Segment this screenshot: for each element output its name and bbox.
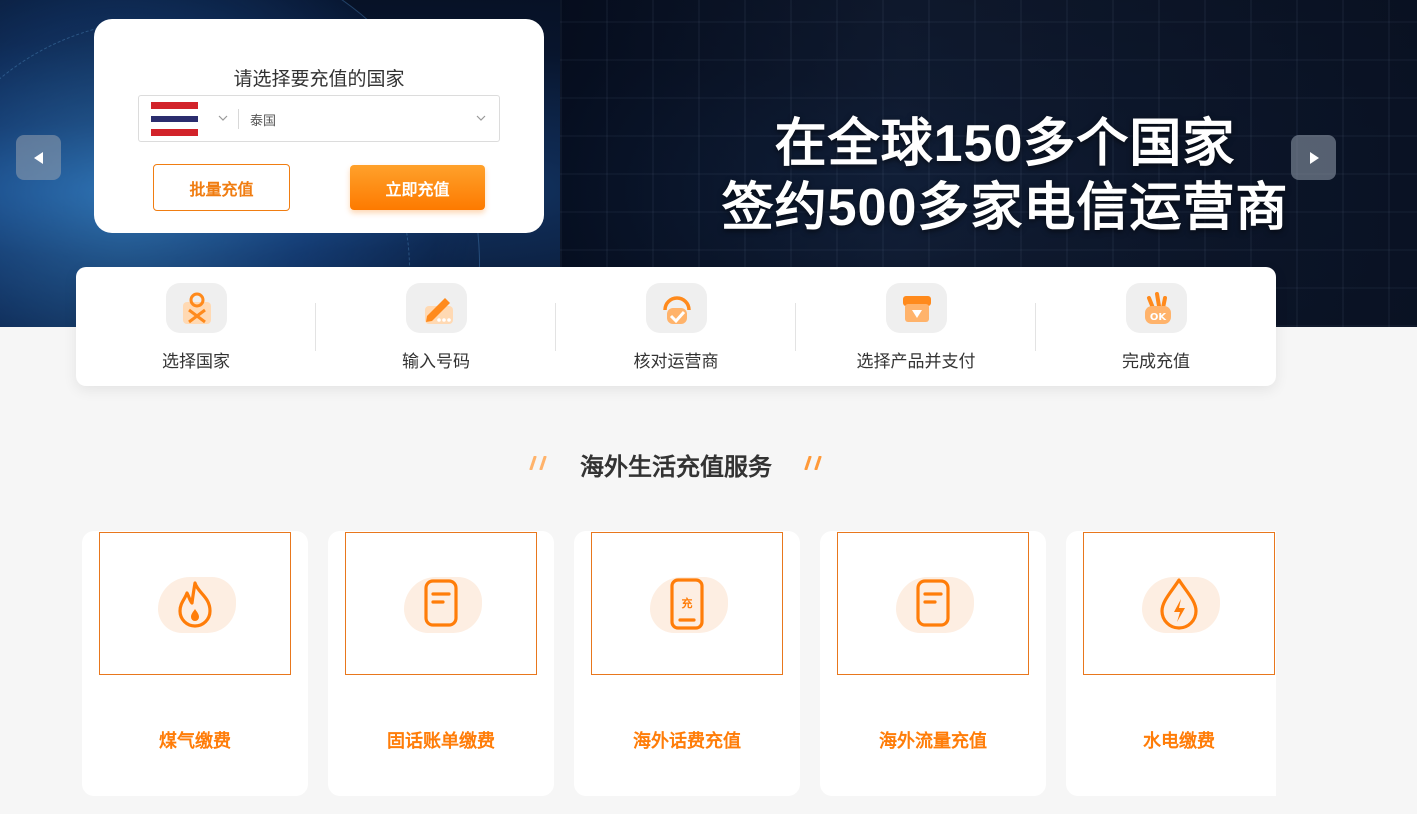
service-name: 海外流量充值 [879, 731, 987, 752]
service-icon-frame [345, 532, 537, 675]
service-icon-frame: 充 [591, 532, 783, 675]
selector-divider [238, 109, 239, 129]
pencil-icon [406, 283, 467, 333]
service-icon-frame [99, 532, 291, 675]
steps-bar: 选择国家 输入号码 核对运营商 选择产品并支付 OK 完成充值 [76, 267, 1276, 386]
batch-recharge-button[interactable]: 批量充值 [153, 164, 290, 211]
step-label: 核对运营商 [633, 352, 719, 372]
shop-payment-icon [886, 283, 947, 333]
step-label: 选择产品并支付 [856, 352, 976, 372]
section-title: 海外生活充值服务 [580, 453, 772, 481]
country-name[interactable]: 泰国 [250, 110, 276, 129]
step-choose-product-pay: 选择产品并支付 [796, 267, 1036, 386]
step-select-country: 选择国家 [76, 267, 316, 386]
step-label: 完成充值 [1122, 352, 1190, 372]
service-icon-frame [1083, 532, 1275, 675]
service-card-gas[interactable]: 煤气缴费 [82, 531, 308, 796]
ok-hand-icon: OK [1126, 283, 1187, 333]
document-icon [424, 578, 458, 627]
service-name: 水电缴费 [1143, 731, 1215, 752]
carousel-prev-button[interactable] [16, 135, 61, 180]
svg-text:充: 充 [682, 596, 693, 610]
country-select-card: 请选择要充值的国家 泰国 批量充值 立即充值 [94, 19, 544, 233]
step-complete: OK 完成充值 [1036, 267, 1276, 386]
svg-text:OK: OK [1149, 312, 1167, 323]
country-selector[interactable]: 泰国 [138, 95, 500, 142]
chevron-down-icon[interactable] [475, 112, 487, 124]
triangle-right-icon [1309, 151, 1319, 164]
service-card-phone-recharge[interactable]: 充 海外话费充值 [574, 531, 800, 796]
service-card-landline[interactable]: 固话账单缴费 [328, 531, 554, 796]
service-card-data-recharge[interactable]: 海外流量充值 [820, 531, 1046, 796]
step-label: 选择国家 [162, 352, 230, 372]
document-icon [916, 578, 950, 627]
select-card-title: 请选择要充值的国家 [233, 68, 405, 90]
decorative-slash-icon [804, 456, 822, 470]
phone-recharge-icon: 充 [670, 577, 704, 630]
recharge-now-button[interactable]: 立即充值 [350, 165, 485, 210]
service-icon-frame [837, 532, 1029, 675]
flame-icon [178, 580, 212, 628]
location-pin-icon [166, 283, 227, 333]
carousel-next-button[interactable] [1291, 135, 1336, 180]
triangle-left-icon [33, 151, 43, 164]
chevron-down-icon[interactable] [217, 112, 229, 124]
hero-headline: 在全球150多个国家 签约500多家电信运营商 [700, 112, 1310, 240]
headset-check-icon [646, 283, 707, 333]
service-card-water-electric[interactable]: 水电缴费 [1066, 531, 1276, 796]
step-check-operator: 核对运营商 [556, 267, 796, 386]
step-enter-number: 输入号码 [316, 267, 556, 386]
service-name: 煤气缴费 [159, 731, 231, 752]
hero-headline-line1: 在全球150多个国家 [774, 115, 1236, 173]
hero-headline-line2: 签约500多家电信运营商 [721, 179, 1289, 237]
service-name: 固话账单缴费 [387, 731, 495, 752]
thailand-flag-icon [151, 102, 198, 136]
water-electric-icon [1160, 577, 1198, 630]
step-label: 输入号码 [402, 352, 470, 372]
service-name: 海外话费充值 [633, 731, 741, 752]
